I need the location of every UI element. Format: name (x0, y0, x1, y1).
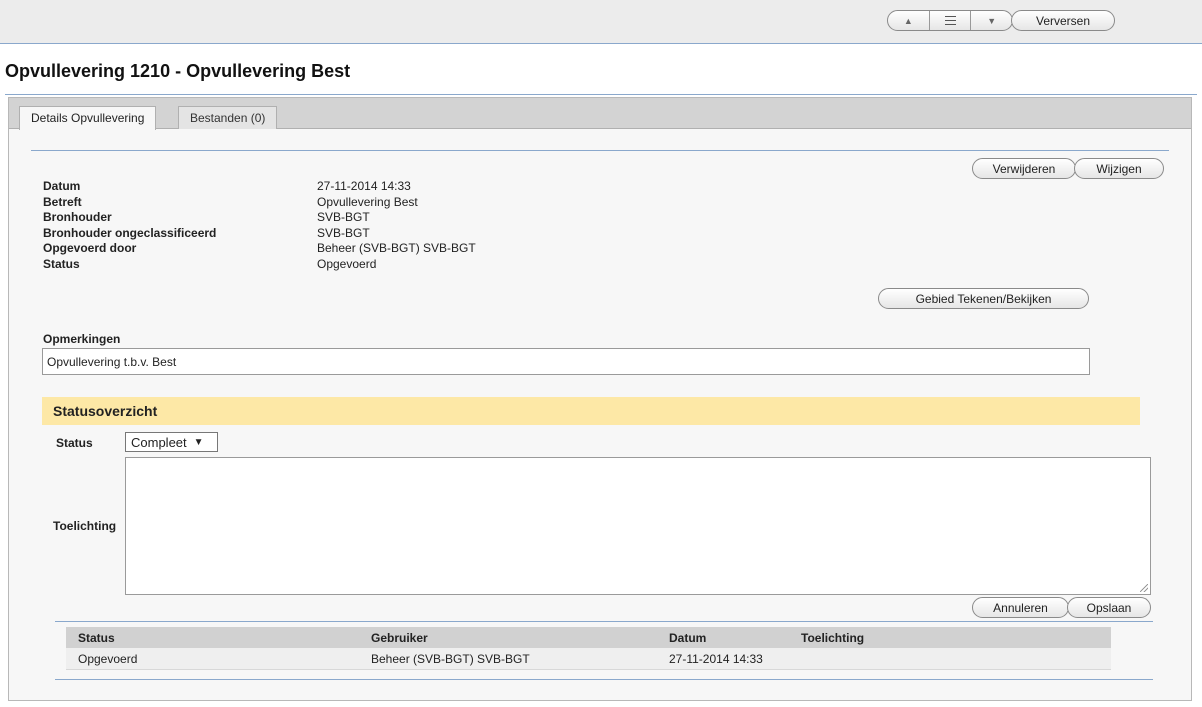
table-row: Opgevoerd Beheer (SVB-BGT) SVB-BGT 27-11… (66, 648, 1111, 670)
column-header-user: Gebruiker (371, 630, 428, 645)
status-select-value: Compleet (131, 434, 187, 450)
detail-label: Opgevoerd door (43, 241, 137, 255)
save-button[interactable]: Opslaan (1067, 597, 1151, 618)
previous-record-button[interactable]: ▲ (888, 11, 929, 30)
remarks-field[interactable]: Opvullevering t.b.v. Best (42, 348, 1090, 375)
top-toolbar: ▲ ▼ Verversen (0, 0, 1202, 44)
detail-value: Opgevoerd (317, 256, 377, 271)
record-navigation: ▲ ▼ (887, 10, 1013, 31)
status-label: Status (56, 436, 93, 450)
column-header-explanation: Toelichting (801, 630, 865, 645)
column-header-date: Datum (669, 630, 707, 645)
cell-user: Beheer (SVB-BGT) SVB-BGT (371, 651, 530, 666)
detail-value: SVB-BGT (317, 210, 370, 224)
list-view-button[interactable] (928, 11, 972, 30)
detail-value: Beheer (SVB-BGT) SVB-BGT (317, 241, 476, 255)
column-header-status: Status (78, 630, 115, 645)
detail-label: Datum (43, 179, 81, 193)
history-bottom-divider (55, 679, 1153, 680)
detail-row: Status Opgevoerd (43, 257, 476, 273)
detail-row: Bronhouder SVB-BGT (43, 210, 476, 226)
chevron-down-icon: ▼ (987, 15, 997, 26)
explanation-textarea[interactable] (125, 457, 1151, 595)
refresh-button[interactable]: Verversen (1011, 10, 1115, 31)
title-divider (5, 94, 1197, 95)
next-record-button[interactable]: ▼ (971, 11, 1012, 30)
detail-value: SVB-BGT (317, 225, 370, 240)
tab-files[interactable]: Bestanden (0) (178, 106, 278, 129)
details-list: Datum 27-11-2014 14:33 Betreft Opvulleve… (43, 179, 476, 272)
detail-row: Betreft Opvullevering Best (43, 195, 476, 211)
resize-grip-icon[interactable] (1140, 584, 1148, 592)
detail-label: Status (43, 256, 80, 271)
status-overview-header: Statusoverzicht (42, 397, 1140, 425)
detail-label: Betreft (43, 194, 82, 209)
detail-value: 27-11-2014 14:33 (317, 179, 411, 193)
cell-status: Opgevoerd (78, 651, 138, 666)
page-title: Opvullevering 1210 - Opvullevering Best (5, 61, 351, 81)
cancel-button[interactable]: Annuleren (972, 597, 1069, 618)
history-top-divider (55, 621, 1153, 622)
status-select[interactable]: Compleet ▼ (125, 432, 218, 452)
detail-panel: Details Opvullevering Bestanden (0) Verw… (8, 97, 1192, 701)
detail-label: Bronhouder ongeclassificeerd (43, 225, 217, 240)
delete-button[interactable]: Verwijderen (972, 158, 1076, 179)
draw-area-button[interactable]: Gebied Tekenen/Bekijken (878, 288, 1089, 309)
edit-button[interactable]: Wijzigen (1074, 158, 1164, 179)
detail-row: Datum 27-11-2014 14:33 (43, 179, 476, 195)
list-icon (944, 16, 956, 25)
content-divider (31, 150, 1169, 151)
detail-row: Bronhouder ongeclassificeerd SVB-BGT (43, 226, 476, 242)
tab-details[interactable]: Details Opvullevering (19, 106, 157, 130)
cell-date: 27-11-2014 14:33 (669, 651, 763, 666)
remarks-label: Opmerkingen (43, 332, 121, 346)
detail-row: Opgevoerd door Beheer (SVB-BGT) SVB-BGT (43, 241, 476, 257)
dropdown-arrow-icon: ▼ (193, 436, 204, 448)
chevron-up-icon: ▲ (903, 15, 913, 26)
detail-label: Bronhouder (43, 210, 112, 224)
table-header: Status Gebruiker Datum Toelichting (66, 627, 1111, 648)
detail-value: Opvullevering Best (317, 194, 418, 209)
tab-strip: Details Opvullevering Bestanden (0) (9, 98, 1191, 130)
status-history-table: Status Gebruiker Datum Toelichting Opgev… (66, 627, 1111, 670)
explanation-label: Toelichting (53, 519, 117, 533)
